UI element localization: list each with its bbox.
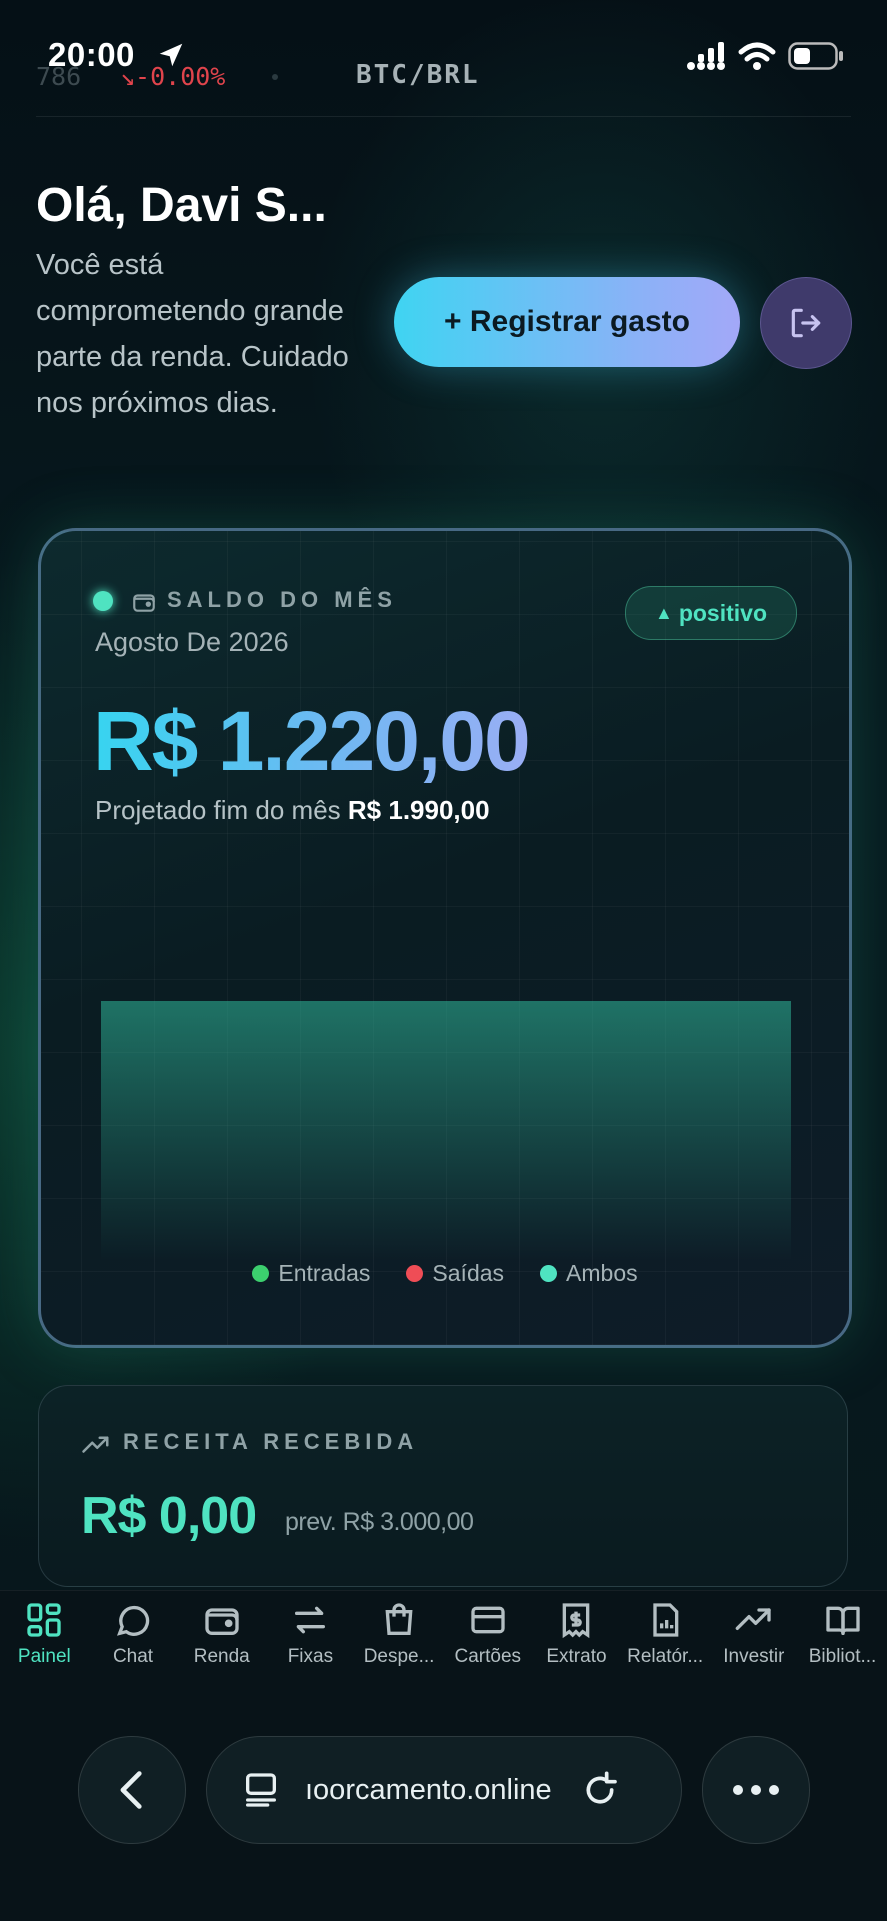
projected-label: Projetado fim do mês bbox=[95, 795, 341, 825]
legend-saidas: Saídas bbox=[406, 1260, 504, 1287]
month-balance-card: SALDO DO MÊS Agosto De 2026 ▲ positivo R… bbox=[38, 528, 852, 1348]
nav-item-fixas[interactable]: Fixas bbox=[266, 1600, 355, 1690]
legend-dot bbox=[252, 1265, 270, 1282]
live-indicator bbox=[93, 591, 113, 611]
income-label: RECEITA RECEBIDA bbox=[123, 1429, 419, 1454]
legend-label: Saídas bbox=[432, 1260, 505, 1286]
nav-label: Painel bbox=[17, 1646, 71, 1667]
repeat-icon bbox=[295, 1606, 326, 1634]
register-expense-label: + Registrar gasto bbox=[444, 305, 690, 338]
nav-item-despesas[interactable]: Despe... bbox=[355, 1600, 444, 1690]
wallet-icon bbox=[205, 1608, 239, 1635]
status-badge-label: positivo bbox=[678, 599, 767, 626]
browser-back-button[interactable] bbox=[78, 1736, 186, 1844]
receipt-icon bbox=[563, 1603, 590, 1639]
nav-label: Bibliot... bbox=[808, 1646, 877, 1667]
triangle-up-icon: ▲ bbox=[655, 602, 673, 623]
browser-url: ıoorcamento.online bbox=[305, 1773, 552, 1806]
browser-more-button[interactable] bbox=[702, 1736, 810, 1844]
income-value: R$ 0,00 bbox=[81, 1487, 257, 1545]
nav-label: Despe... bbox=[363, 1646, 435, 1667]
nav-label: Fixas bbox=[287, 1646, 334, 1667]
logout-icon bbox=[791, 308, 821, 338]
balance-amount: R$ 1.220,00 bbox=[93, 694, 531, 788]
book-icon bbox=[825, 1606, 860, 1635]
nav-item-investir[interactable]: Investir bbox=[710, 1600, 799, 1690]
crypto-ticker: 786 ↘-0.00% BTC/BRL bbox=[36, 56, 851, 117]
chat-icon bbox=[117, 1605, 150, 1636]
chevron-left-icon bbox=[120, 1771, 142, 1809]
nav-item-relatorios[interactable]: Relatór... bbox=[621, 1600, 710, 1690]
legend-dot bbox=[406, 1265, 424, 1282]
greeting-title: Olá, Davi S... bbox=[36, 179, 327, 232]
nav-item-cartoes[interactable]: Cartões bbox=[443, 1600, 532, 1690]
legend-label: Entradas bbox=[278, 1260, 371, 1286]
nav-item-painel[interactable]: Painel bbox=[0, 1600, 89, 1690]
tabs-icon bbox=[246, 1773, 276, 1807]
nav-label: Renda bbox=[193, 1646, 250, 1667]
nav-label: Investir bbox=[723, 1646, 785, 1667]
balance-label: SALDO DO MÊS bbox=[167, 587, 397, 612]
nav-label: Cartões bbox=[454, 1646, 522, 1667]
balance-chart bbox=[101, 1001, 791, 1261]
status-badge: ▲ positivo bbox=[625, 586, 797, 640]
grid-icon bbox=[27, 1603, 62, 1637]
trend-icon bbox=[735, 1608, 771, 1630]
projected-value: R$ 1.990,00 bbox=[347, 795, 490, 825]
series-area bbox=[101, 1001, 791, 1261]
income-expected: prev. R$ 3.000,00 bbox=[285, 1508, 474, 1536]
nav-label: Extrato bbox=[546, 1646, 607, 1667]
bag-icon bbox=[385, 1603, 413, 1635]
ticker-prev-value: 786 bbox=[36, 62, 82, 91]
nav-item-renda[interactable]: Renda bbox=[177, 1600, 266, 1690]
legend-entradas: Entradas bbox=[252, 1260, 370, 1287]
chart-legend: Entradas Saídas Ambos bbox=[41, 1260, 849, 1287]
ticker-change: ↘-0.00% bbox=[120, 62, 226, 91]
wallet-icon bbox=[133, 594, 155, 612]
legend-label: Ambos bbox=[566, 1260, 638, 1286]
nav-item-biblioteca[interactable]: Bibliot... bbox=[798, 1600, 887, 1690]
legend-ambos: Ambos bbox=[540, 1260, 638, 1287]
reload-icon[interactable] bbox=[580, 1770, 620, 1810]
income-received-card[interactable]: RECEITA RECEBIDA R$ 0,00 prev. R$ 3.000,… bbox=[38, 1385, 848, 1587]
ticker-separator bbox=[272, 74, 278, 80]
legend-dot bbox=[540, 1265, 558, 1282]
browser-url-bar[interactable]: ıoorcamento.online bbox=[206, 1736, 682, 1844]
logout-button[interactable] bbox=[760, 277, 852, 369]
projected-balance: Projetado fim do mês R$ 1.990,00 bbox=[95, 795, 490, 826]
report-icon bbox=[653, 1603, 679, 1637]
card-icon bbox=[471, 1606, 505, 1634]
spending-warning: Você está comprometendo grande parte da … bbox=[36, 249, 349, 419]
nav-item-extrato[interactable]: Extrato bbox=[532, 1600, 621, 1690]
register-expense-button[interactable]: + Registrar gasto bbox=[394, 277, 740, 367]
nav-label: Chat bbox=[112, 1646, 154, 1667]
trending-up-icon bbox=[82, 1436, 109, 1453]
bottom-navigation: Painel Chat Renda Fixas Despe... Cartões… bbox=[0, 1600, 887, 1690]
balance-period: Agosto De 2026 bbox=[95, 627, 289, 657]
nav-label: Relatór... bbox=[627, 1646, 704, 1667]
ticker-pair: BTC/BRL bbox=[356, 60, 480, 90]
nav-item-chat[interactable]: Chat bbox=[89, 1600, 178, 1690]
more-dots-icon bbox=[733, 1785, 779, 1795]
